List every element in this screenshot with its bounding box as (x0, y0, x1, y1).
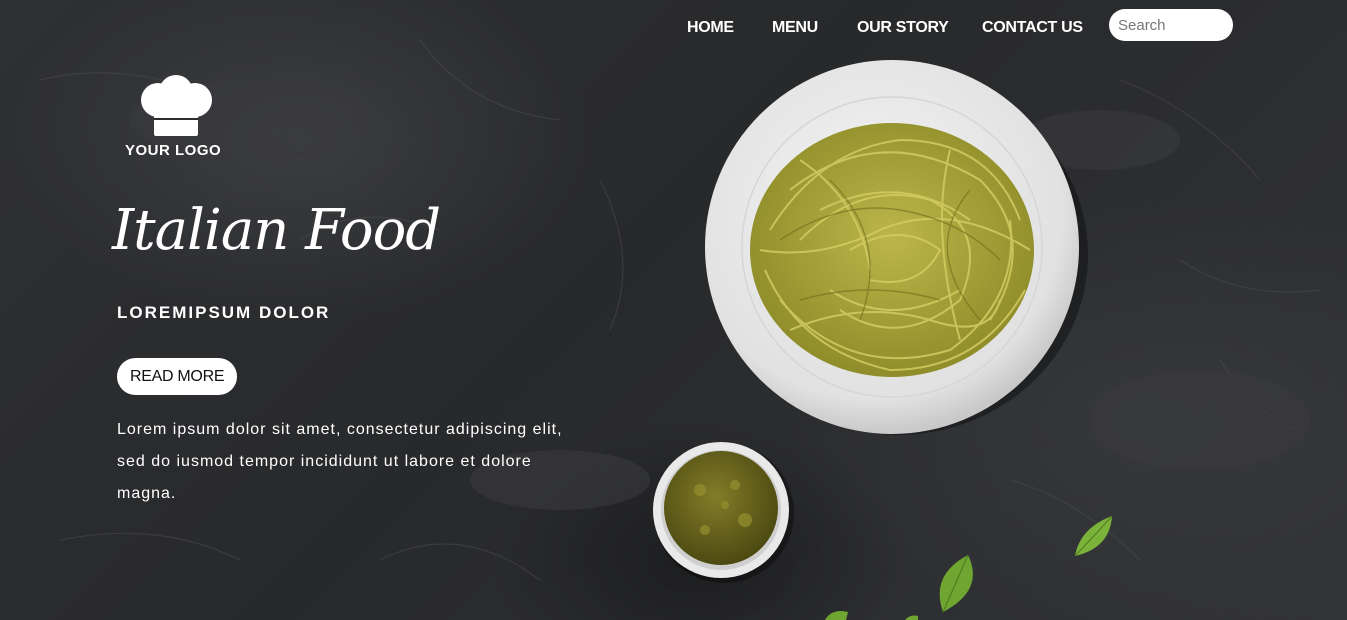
top-nav: HOME MENU OUR STORY CONTACT US (0, 0, 1347, 60)
search-input[interactable] (1109, 9, 1233, 41)
nav-contact-us-link[interactable]: CONTACT US (982, 19, 1083, 37)
nav-home-link[interactable]: HOME (687, 19, 734, 37)
hero-subtitle: LOREMIPSUM DOLOR (117, 303, 331, 322)
read-more-button[interactable]: READ MORE (117, 358, 238, 395)
logo-text: YOUR LOGO (125, 142, 222, 159)
hero-description: Lorem ipsum dolor sit amet, consectetur … (117, 421, 563, 502)
nav-menu-link[interactable]: MENU (772, 19, 818, 37)
hero-title: Italian Food (112, 198, 441, 263)
nav-our-story-link[interactable]: OUR STORY (857, 19, 949, 37)
